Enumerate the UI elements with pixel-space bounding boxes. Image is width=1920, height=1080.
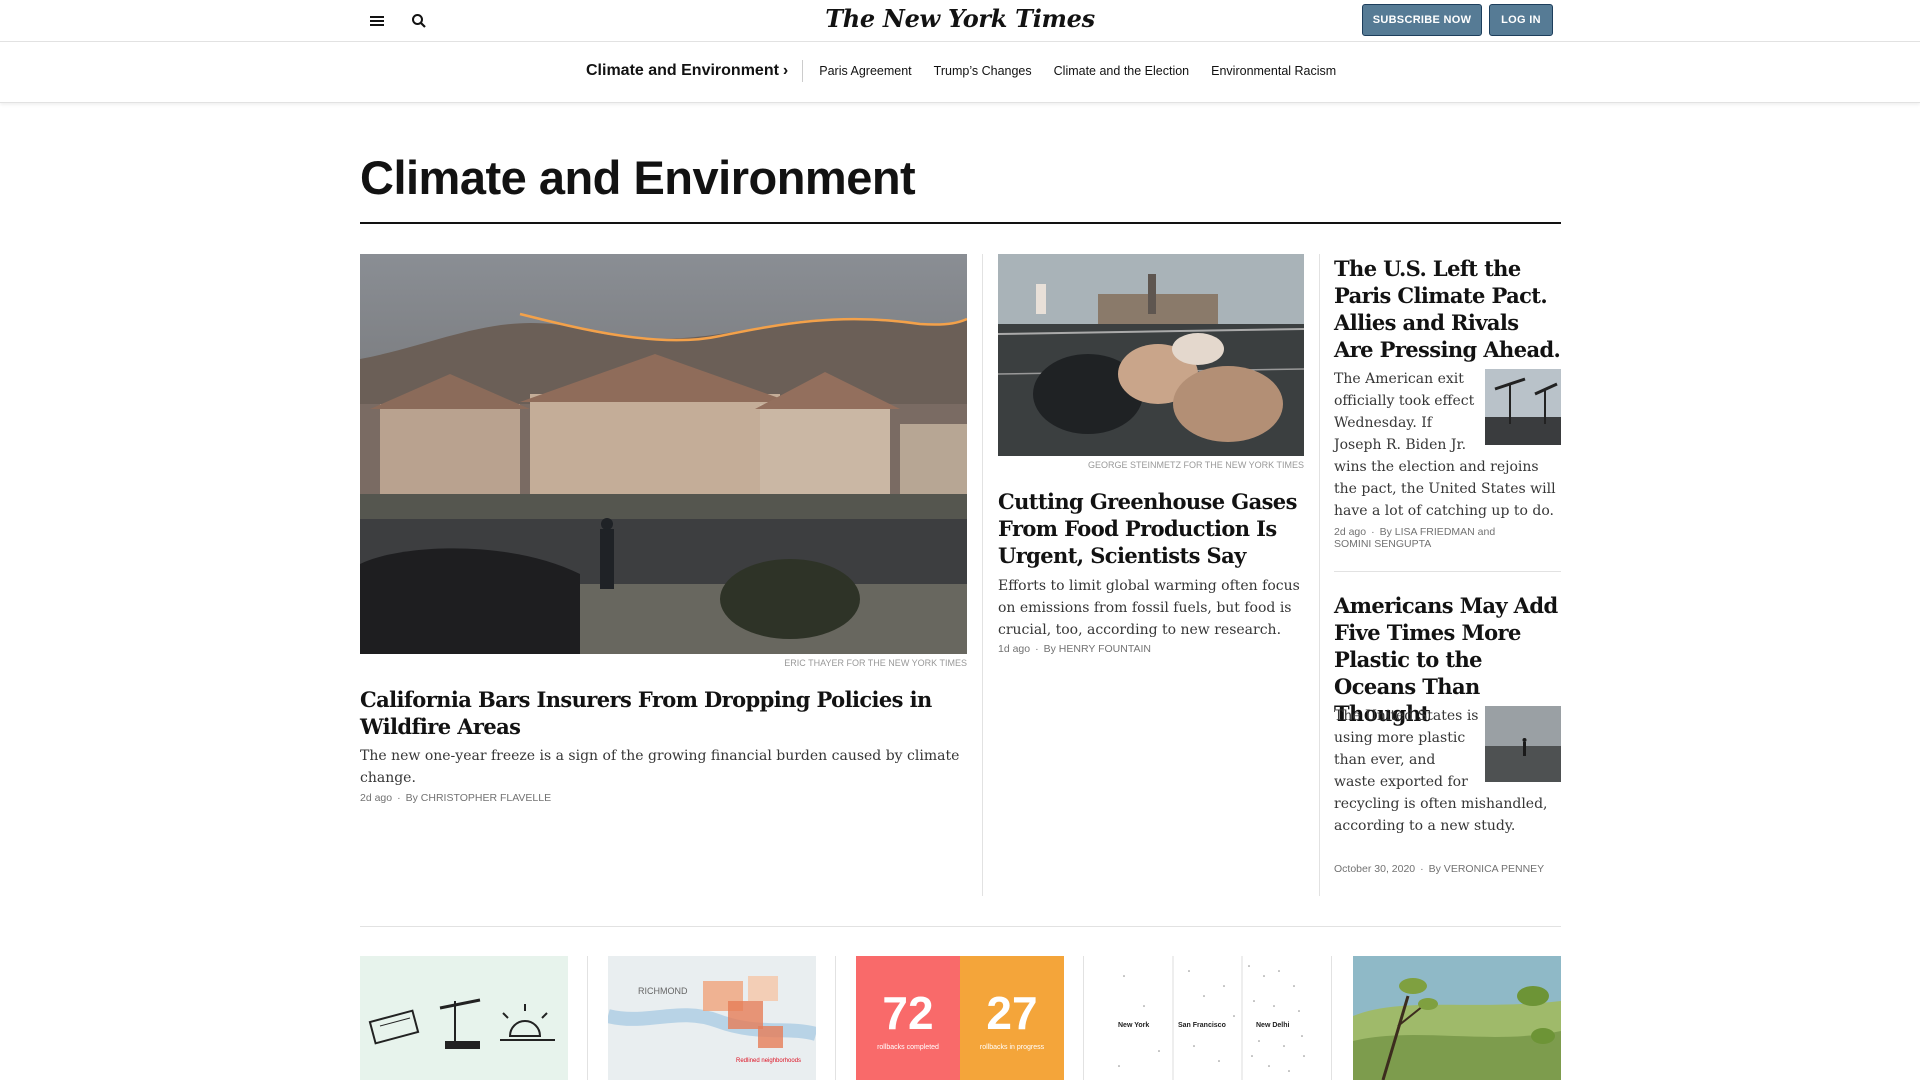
map-callout: Redlined neighborhoods [736, 1058, 801, 1064]
menu-icon [370, 16, 384, 26]
second-photo-credit: GEORGE STEINMETZ FOR THE NEW YORK TIMES [1087, 460, 1304, 470]
wildfire-photo [360, 254, 967, 654]
lead-story-image[interactable] [360, 254, 967, 654]
bottom-row-rule [360, 926, 1561, 927]
pollution-dots-icon [1118, 956, 1305, 1080]
lead-summary: The new one-year freeze is a sign of the… [360, 748, 960, 786]
bottom-thumb-rollbacks[interactable]: 72 rollbacks completed 27 rollbacks in p… [856, 956, 1064, 1080]
search-icon [412, 14, 426, 28]
nav-link-trumps-changes[interactable]: Trump’s Changes [934, 64, 1032, 78]
cattle-photo [998, 254, 1304, 456]
second-author[interactable]: By HENRY FOUNTAIN [1044, 643, 1151, 655]
menu-button[interactable] [364, 8, 390, 34]
logo-wrap: The New York Times [0, 4, 1920, 33]
login-button[interactable]: LOG IN [1489, 4, 1553, 36]
separator-dot: · [1420, 863, 1424, 875]
city-label: San Francisco [1178, 1022, 1226, 1029]
landscape-illustration [1353, 956, 1561, 1080]
column-divider-1 [982, 254, 983, 896]
nav-link-paris-agreement[interactable]: Paris Agreement [819, 64, 911, 78]
bottom-divider-3 [1083, 956, 1084, 1080]
second-headline[interactable]: Cutting Greenhouse Gases From Food Produ… [998, 488, 1304, 569]
side-story-1-headline[interactable]: The U.S. Left the Paris Climate Pact. Al… [1334, 255, 1561, 363]
lead-time: 2d ago [360, 792, 393, 804]
nav-link-climate-election[interactable]: Climate and the Election [1054, 64, 1190, 78]
bottom-thumb-map[interactable]: RICHMOND Redlined neighborhoods [608, 956, 816, 1080]
side-story-1-byline: 2d ago · By LISA FRIEDMAN and SOMINI SENGU… [1334, 526, 1514, 550]
stat-in-progress-label: rollbacks in progress [979, 1044, 1045, 1051]
stat-in-progress: 27 rollbacks in progress [960, 956, 1064, 1080]
city-label: New York [1118, 1022, 1150, 1029]
search-button[interactable] [406, 8, 432, 34]
thumb-float-spacer [1481, 368, 1561, 444]
thumb-float-spacer [1481, 705, 1561, 781]
section-nav-items: Climate and Environment › Paris Agreement… [586, 60, 1358, 82]
stat-completed-value: 72 [882, 987, 934, 1039]
separator-dot: · [397, 792, 401, 804]
title-rule [360, 222, 1561, 224]
side-story-2-summary: The United States is using more plastic … [1334, 705, 1561, 837]
map-label: RICHMOND [638, 986, 688, 996]
side-story-2-time: October 30, 2020 [1334, 863, 1416, 875]
top-bar: The New York Times SUBSCRIBE NOW LOG IN [0, 0, 1920, 42]
side-story-1-summary: The American exit officially took effect… [1334, 368, 1561, 522]
side-story-1-time: 2d ago [1334, 526, 1367, 538]
city-label: New Delhi [1256, 1022, 1290, 1029]
lead-photo-credit: ERIC THAYER FOR THE NEW YORK TIMES [784, 658, 967, 668]
column-divider-2 [1319, 254, 1320, 896]
separator-dot: · [1035, 643, 1039, 655]
second-story-image[interactable] [998, 254, 1304, 456]
stat-in-progress-value: 27 [986, 987, 1038, 1039]
page-title: Climate and Environment [360, 151, 916, 204]
lead-headline[interactable]: California Bars Insurers From Dropping P… [360, 686, 967, 740]
nav-link-environmental-racism[interactable]: Environmental Racism [1211, 64, 1336, 78]
bottom-divider-2 [835, 956, 836, 1080]
stat-completed: 72 rollbacks completed [856, 956, 960, 1080]
second-byline: 1d ago · By HENRY FOUNTAIN [998, 643, 1151, 655]
section-nav: Climate and Environment › Paris Agreement… [0, 42, 1920, 103]
section-title-label: Climate and Environment [586, 62, 779, 79]
chevron-right-icon: › [782, 62, 789, 79]
second-summary: Efforts to limit global warming often fo… [998, 578, 1300, 638]
bottom-thumb-cities[interactable]: New York San Francisco New Delhi [1104, 956, 1312, 1080]
stat-completed-label: rollbacks completed [877, 1044, 939, 1051]
bottom-divider-1 [587, 956, 588, 1080]
fossil-fuel-drawings-icon [368, 998, 555, 1049]
bottom-thumb-drawings[interactable] [360, 956, 568, 1080]
nav-divider [802, 60, 804, 82]
separator-dot: · [1371, 526, 1375, 538]
redlining-map-icon: RICHMOND Redlined neighborhoods [608, 976, 816, 1064]
side-divider [1334, 571, 1561, 572]
nyt-logo[interactable]: The New York Times [825, 4, 1095, 33]
section-title-link[interactable]: Climate and Environment › [586, 62, 788, 80]
side-story-2-author[interactable]: By VERONICA PENNEY [1429, 863, 1545, 875]
second-time: 1d ago [998, 643, 1031, 655]
bottom-divider-4 [1331, 956, 1332, 1080]
lead-author[interactable]: By CHRISTOPHER FLAVELLE [406, 792, 552, 804]
bottom-thumb-landscape[interactable] [1353, 956, 1561, 1080]
side-story-2-byline: October 30, 2020 · By VERONICA PENNEY [1334, 863, 1544, 875]
lead-byline: 2d ago · By CHRISTOPHER FLAVELLE [360, 792, 551, 804]
subscribe-button[interactable]: SUBSCRIBE NOW [1362, 4, 1482, 36]
